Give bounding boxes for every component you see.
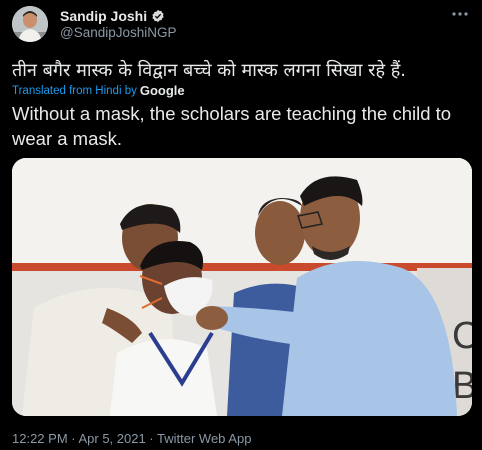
- google-logo: Google: [139, 83, 185, 98]
- author-handle[interactable]: @SandipJoshiNGP: [60, 25, 177, 40]
- tweet-photo[interactable]: C B: [12, 158, 472, 416]
- tweet-timestamp[interactable]: 12:22 PM · Apr 5, 2021 · Twitter Web App: [12, 431, 251, 446]
- translated-from-label[interactable]: Translated from Hindi by: [12, 85, 137, 97]
- photo-image: C B: [12, 158, 472, 416]
- translation-attribution[interactable]: Translated from Hindi by Google: [12, 83, 185, 98]
- backdrop-letter-c: C: [452, 315, 472, 357]
- avatar-photo: [12, 6, 48, 42]
- more-options-icon[interactable]: [450, 6, 470, 22]
- tweet-original-text: तीन बगैर मास्क के विद्वान बच्चे को मास्क…: [12, 60, 407, 81]
- author-display-name[interactable]: Sandip Joshi: [60, 8, 147, 24]
- tweet-translation-text: Without a mask, the scholars are teachin…: [12, 103, 452, 149]
- verified-badge-icon: [152, 9, 164, 23]
- avatar[interactable]: [12, 6, 48, 42]
- author-name-row[interactable]: Sandip Joshi: [60, 8, 165, 24]
